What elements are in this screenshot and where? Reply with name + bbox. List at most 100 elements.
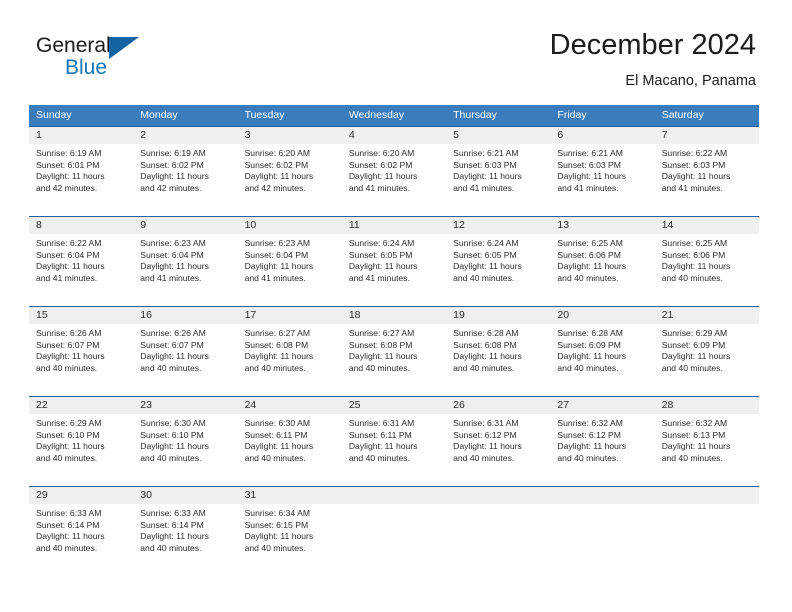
day-number[interactable]: 24 (238, 397, 342, 414)
daylight-text-line2: and 40 minutes. (453, 272, 515, 283)
sunset-text: Sunset: 6:07 PM (140, 339, 204, 350)
day-number[interactable]: 21 (655, 307, 759, 324)
day-number[interactable]: 10 (238, 217, 342, 234)
daylight-text-line2: and 41 minutes. (140, 272, 202, 283)
daylight-text-line1: Daylight: 11 hours (661, 441, 731, 452)
calendar-week-row: 22 23 24 25 26 27 28 Sunrise: 6:29 AM Su… (29, 396, 759, 486)
daylight-text-line2: and 41 minutes. (661, 182, 723, 193)
week-daynumber-band: 8 9 10 11 12 13 14 (29, 217, 759, 234)
daylight-text-line2: and 40 minutes. (453, 362, 515, 373)
sunrise-text: Sunrise: 6:21 AM (453, 148, 519, 158)
calendar-week-row: 8 9 10 11 12 13 14 Sunrise: 6:22 AM Suns… (29, 216, 759, 306)
daylight-text-line1: Daylight: 11 hours (557, 351, 627, 362)
daylight-text-line1: Daylight: 11 hours (140, 441, 209, 452)
day-number[interactable]: 18 (342, 307, 446, 324)
day-number[interactable]: 6 (550, 127, 654, 144)
day-cell: Sunrise: 6:19 AM Sunset: 6:01 PM Dayligh… (29, 144, 133, 216)
sunset-text: Sunset: 6:06 PM (557, 249, 621, 260)
sunrise-text: Sunrise: 6:22 AM (661, 148, 728, 158)
sunrise-text: Sunrise: 6:21 AM (557, 148, 623, 158)
sunrise-text: Sunrise: 6:24 AM (348, 238, 415, 248)
day-number[interactable]: 3 (238, 127, 342, 144)
day-cell: Sunrise: 6:29 AM Sunset: 6:09 PM Dayligh… (655, 324, 759, 396)
day-number[interactable]: 27 (550, 397, 654, 414)
day-number[interactable]: 8 (29, 217, 133, 234)
day-cell: Sunrise: 6:33 AM Sunset: 6:14 PM Dayligh… (29, 504, 133, 576)
daylight-text-line2: and 41 minutes. (348, 272, 410, 283)
daylight-text-line1: Daylight: 11 hours (661, 171, 731, 182)
week-daynumber-band: 29 30 31 (29, 487, 759, 504)
daylight-text-line2: and 40 minutes. (661, 272, 723, 283)
day-number[interactable]: 30 (133, 487, 237, 504)
daylight-text-line1: Daylight: 11 hours (244, 441, 314, 452)
day-cell: Sunrise: 6:21 AM Sunset: 6:03 PM Dayligh… (446, 144, 550, 216)
sunrise-text: Sunrise: 6:22 AM (36, 238, 102, 248)
daylight-text-line1: Daylight: 11 hours (557, 261, 627, 272)
day-number[interactable]: 11 (342, 217, 446, 234)
general-blue-logo[interactable]: General Blue (36, 34, 176, 88)
sunrise-text: Sunrise: 6:29 AM (36, 418, 102, 428)
day-number[interactable]: 26 (446, 397, 550, 414)
day-number[interactable]: 29 (29, 487, 133, 504)
day-number[interactable]: 9 (133, 217, 237, 234)
day-cell: Sunrise: 6:25 AM Sunset: 6:06 PM Dayligh… (655, 234, 759, 306)
day-cell: Sunrise: 6:32 AM Sunset: 6:12 PM Dayligh… (550, 414, 654, 486)
day-cell: Sunrise: 6:30 AM Sunset: 6:11 PM Dayligh… (238, 414, 342, 486)
sunrise-text: Sunrise: 6:25 AM (661, 238, 728, 248)
daylight-text-line2: and 40 minutes. (348, 362, 410, 373)
day-number[interactable]: 28 (655, 397, 759, 414)
page-title: December 2024 (549, 29, 756, 61)
day-number[interactable]: 16 (133, 307, 237, 324)
day-number[interactable]: 23 (133, 397, 237, 414)
day-number[interactable]: 22 (29, 397, 133, 414)
day-number[interactable]: 15 (29, 307, 133, 324)
calendar-week-row: 29 30 31 Sunrise: 6:33 AM Sunset: 6:14 P… (29, 486, 759, 576)
sunset-text: Sunset: 6:09 PM (661, 339, 726, 350)
daylight-text-line1: Daylight: 11 hours (140, 171, 209, 182)
daylight-text-line2: and 40 minutes. (557, 452, 619, 463)
daylight-text-line2: and 41 minutes. (36, 272, 98, 283)
sunset-text: Sunset: 6:05 PM (453, 249, 517, 260)
day-number[interactable]: 1 (29, 127, 133, 144)
day-number[interactable]: 12 (446, 217, 550, 234)
weekday-header-wednesday: Wednesday (348, 109, 405, 121)
day-cell: Sunrise: 6:32 AM Sunset: 6:13 PM Dayligh… (655, 414, 759, 486)
daylight-text-line1: Daylight: 11 hours (244, 261, 314, 272)
day-number[interactable]: 4 (342, 127, 446, 144)
day-cell: Sunrise: 6:33 AM Sunset: 6:14 PM Dayligh… (133, 504, 237, 576)
day-number[interactable]: 13 (550, 217, 654, 234)
daylight-text-line1: Daylight: 11 hours (244, 171, 314, 182)
daylight-text-line2: and 40 minutes. (557, 272, 619, 283)
day-number[interactable]: 7 (655, 127, 759, 144)
daylight-text-line2: and 40 minutes. (140, 362, 202, 373)
daylight-text-line2: and 41 minutes. (244, 272, 306, 283)
day-cell: Sunrise: 6:22 AM Sunset: 6:03 PM Dayligh… (655, 144, 759, 216)
sunset-text: Sunset: 6:11 PM (244, 429, 308, 440)
day-number[interactable]: 17 (238, 307, 342, 324)
day-number[interactable]: 5 (446, 127, 550, 144)
sunrise-text: Sunrise: 6:32 AM (661, 418, 728, 428)
day-number[interactable]: 19 (446, 307, 550, 324)
day-cell: Sunrise: 6:26 AM Sunset: 6:07 PM Dayligh… (29, 324, 133, 396)
day-cell: Sunrise: 6:31 AM Sunset: 6:12 PM Dayligh… (446, 414, 550, 486)
daylight-text-line2: and 41 minutes. (453, 182, 515, 193)
sunset-text: Sunset: 6:10 PM (36, 429, 100, 440)
sunrise-text: Sunrise: 6:28 AM (453, 328, 519, 338)
sunset-text: Sunset: 6:08 PM (348, 339, 413, 350)
daylight-text-line2: and 40 minutes. (244, 542, 306, 553)
sunrise-text: Sunrise: 6:20 AM (348, 148, 415, 158)
day-number[interactable]: 2 (133, 127, 237, 144)
day-cell: Sunrise: 6:24 AM Sunset: 6:05 PM Dayligh… (342, 234, 446, 306)
daylight-text-line1: Daylight: 11 hours (661, 261, 731, 272)
weekday-header-thursday: Thursday (453, 109, 497, 121)
day-number[interactable]: 14 (655, 217, 759, 234)
daylight-text-line2: and 42 minutes. (244, 182, 306, 193)
day-cell: Sunrise: 6:26 AM Sunset: 6:07 PM Dayligh… (133, 324, 237, 396)
daylight-text-line2: and 40 minutes. (244, 452, 306, 463)
day-number[interactable]: 20 (550, 307, 654, 324)
day-number[interactable]: 25 (342, 397, 446, 414)
day-number[interactable]: 31 (238, 487, 342, 504)
sunrise-text: Sunrise: 6:23 AM (140, 238, 206, 248)
daylight-text-line1: Daylight: 11 hours (453, 441, 522, 452)
day-number-empty (446, 487, 550, 504)
